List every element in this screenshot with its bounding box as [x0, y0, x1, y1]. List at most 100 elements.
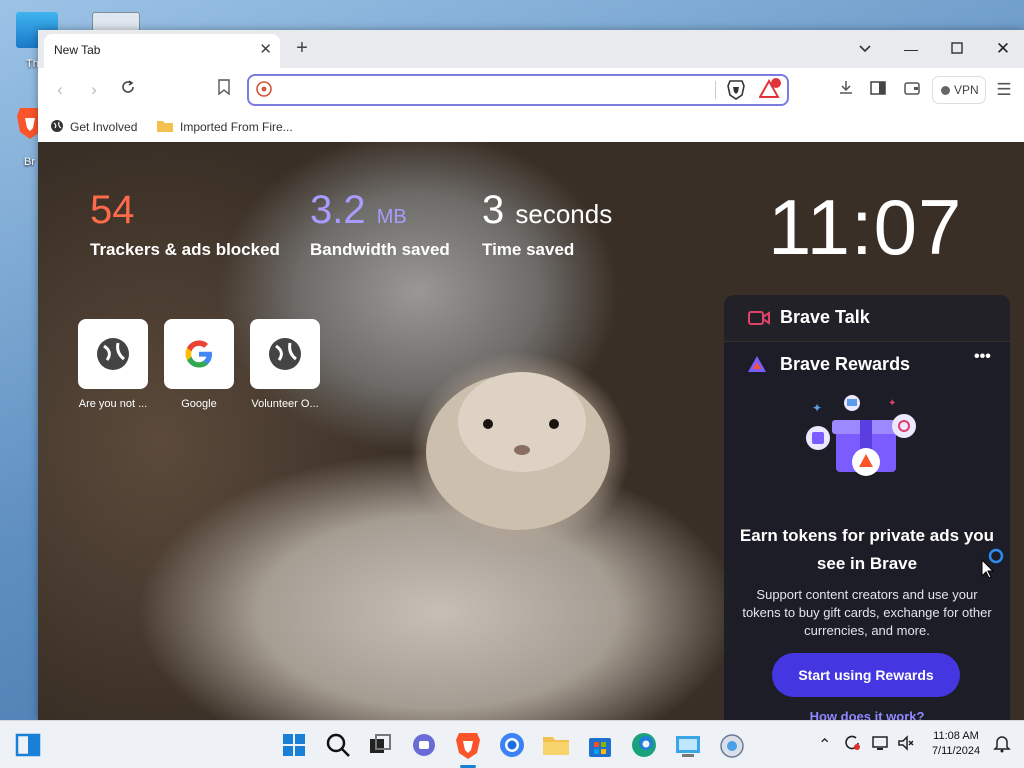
- app-icon[interactable]: [716, 729, 748, 761]
- top-site-label: Volunteer O...: [251, 398, 319, 410]
- vpn-button[interactable]: VPN: [932, 76, 986, 104]
- time-stat: 3 seconds: [482, 188, 612, 233]
- volume-muted-icon[interactable]: [896, 733, 916, 753]
- video-camera-icon: [748, 311, 770, 325]
- brave-shields-icon[interactable]: [727, 80, 745, 100]
- maximize-button[interactable]: [942, 36, 972, 62]
- edge-icon[interactable]: [628, 729, 660, 761]
- tab-search-chevron-icon[interactable]: [850, 36, 880, 62]
- tab-title: New Tab: [54, 43, 101, 57]
- microsoft-store-icon[interactable]: [584, 729, 616, 761]
- clock-area[interactable]: 11:08 AM 7/11/2024: [920, 729, 992, 759]
- brave-talk-card[interactable]: Brave Talk: [724, 295, 1010, 341]
- vpn-status-icon: [941, 86, 950, 95]
- how-does-it-work-link[interactable]: How does it work?: [734, 709, 1000, 720]
- show-hidden-icons-chevron-icon[interactable]: ⌃: [818, 735, 831, 755]
- file-explorer-icon[interactable]: [540, 729, 572, 761]
- browser-window: New Tab ✕ + — ✕ ‹ › VPN ☰ Get Involved I…: [38, 30, 1024, 720]
- brave-taskbar-icon[interactable]: [452, 729, 484, 761]
- svg-text:✦: ✦: [888, 398, 896, 409]
- tab-bar: New Tab ✕ + — ✕: [38, 30, 1024, 68]
- trackers-count: 54: [90, 188, 135, 232]
- bookmark-icon: [218, 79, 230, 96]
- task-view-icon[interactable]: [364, 729, 396, 761]
- svg-text:✦: ✦: [812, 401, 822, 415]
- busy-cursor-icon: [981, 548, 1004, 578]
- toolbar: ‹ › VPN ☰: [38, 68, 1024, 112]
- back-button[interactable]: ‹: [46, 76, 74, 104]
- bandwidth-value: 3.2: [310, 188, 366, 232]
- bookmarks-bar: Get Involved Imported From Fire...: [38, 112, 1024, 142]
- google-icon: [185, 340, 212, 368]
- globe-icon: [51, 120, 63, 132]
- minimize-button[interactable]: —: [896, 36, 926, 62]
- windows-start-icon[interactable]: [278, 729, 310, 761]
- top-site-tile[interactable]: [164, 319, 234, 389]
- tab-new-tab[interactable]: New Tab ✕: [44, 34, 280, 68]
- new-tab-button[interactable]: +: [290, 35, 314, 61]
- top-site-tile[interactable]: [250, 319, 320, 389]
- desktop-icon-label: Br: [24, 156, 35, 168]
- top-site-label: Google: [181, 398, 217, 410]
- brave-rewards-icon: [748, 356, 766, 372]
- sidebar-button[interactable]: [864, 76, 892, 104]
- search-icon[interactable]: [322, 729, 354, 761]
- brave-rewards-card: Brave Rewards ••• ✦ ✦ Earn tokens for pr…: [724, 342, 1010, 720]
- teams-chat-icon[interactable]: [408, 729, 440, 761]
- reload-button[interactable]: [114, 76, 142, 104]
- reload-icon: [122, 80, 134, 93]
- taskbar-time: 11:08 AM: [933, 730, 979, 742]
- globe-icon: [97, 338, 129, 370]
- bandwidth-unit: MB: [376, 206, 407, 228]
- site-info-icon[interactable]: [255, 80, 273, 98]
- clock: 11:07: [768, 183, 963, 271]
- bookmark-label: Imported From Fire...: [180, 120, 293, 134]
- sync-icon[interactable]: [842, 733, 862, 753]
- maximize-icon: [951, 42, 963, 54]
- sidebar-icon: [870, 81, 886, 95]
- network-icon[interactable]: [870, 733, 890, 753]
- bookmark-get-involved[interactable]: Get Involved: [50, 116, 137, 138]
- desktop-icon-label: Th: [26, 58, 39, 70]
- address-bar[interactable]: [247, 74, 789, 106]
- bookmark-button[interactable]: [210, 76, 238, 104]
- forward-button[interactable]: ›: [80, 76, 108, 104]
- bookmark-label: Get Involved: [70, 120, 138, 134]
- address-separator: [715, 81, 716, 99]
- vpn-label: VPN: [954, 83, 979, 97]
- close-window-button[interactable]: ✕: [988, 36, 1018, 62]
- widgets-icon[interactable]: [12, 729, 44, 761]
- folder-icon: [157, 121, 173, 132]
- wallet-button[interactable]: [898, 76, 926, 104]
- rewards-illustration: ✦ ✦: [806, 395, 916, 476]
- taskbar: ⌃ 11:08 AM 7/11/2024: [0, 720, 1024, 768]
- time-unit: seconds: [515, 199, 613, 229]
- rewards-description: Support content creators and use your to…: [742, 587, 992, 638]
- top-site-tile[interactable]: [78, 319, 148, 389]
- brave-rewards-title: Brave Rewards: [780, 354, 911, 374]
- rewards-heading: Earn tokens for private ads you see in B…: [739, 526, 995, 573]
- time-value: 3: [482, 188, 505, 232]
- downloads-button[interactable]: [832, 76, 860, 104]
- start-using-rewards-button[interactable]: Start using Rewards: [772, 653, 960, 697]
- globe-icon: [269, 338, 301, 370]
- wallet-icon: [904, 82, 920, 95]
- bandwidth-stat: 3.2 MB: [310, 188, 407, 233]
- tab-close-icon[interactable]: ✕: [259, 40, 272, 58]
- new-tab-page: 54 Trackers & ads blocked 3.2 MB Bandwid…: [38, 142, 1024, 720]
- download-icon: [840, 81, 852, 94]
- more-options-icon[interactable]: •••: [974, 348, 991, 366]
- notification-bell-icon[interactable]: [992, 733, 1012, 753]
- main-menu-button[interactable]: ☰: [990, 76, 1018, 104]
- chrome-icon[interactable]: [496, 729, 528, 761]
- brave-talk-title: Brave Talk: [780, 307, 870, 327]
- background-photo: [426, 372, 610, 530]
- bookmark-folder-imported[interactable]: Imported From Fire...: [156, 116, 293, 138]
- control-panel-icon[interactable]: [672, 729, 704, 761]
- trackers-label: Trackers & ads blocked: [90, 240, 280, 259]
- time-label: Time saved: [482, 240, 575, 259]
- brave-rewards-icon[interactable]: [759, 78, 783, 100]
- taskbar-date: 7/11/2024: [931, 745, 981, 757]
- address-input[interactable]: [281, 79, 705, 103]
- top-site-label: Are you not ...: [78, 398, 148, 410]
